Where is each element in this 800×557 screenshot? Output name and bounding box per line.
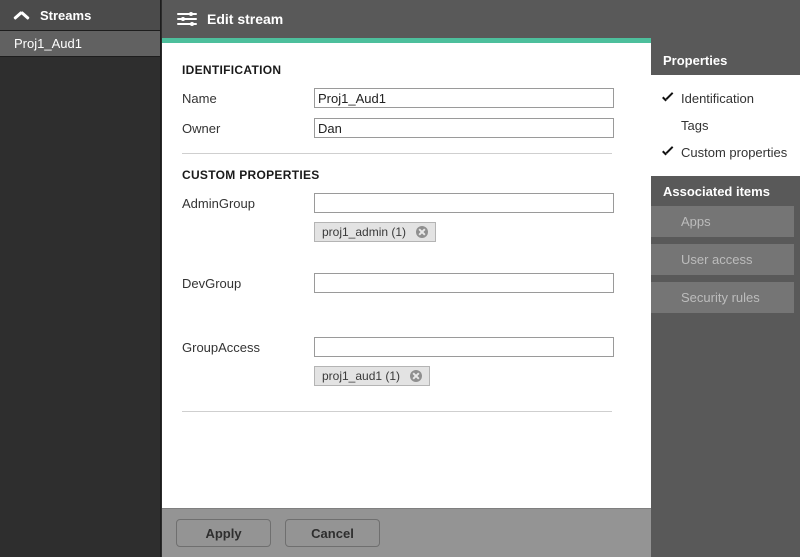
properties-sidebar: Properties Identification Tags Custom pr… [651,0,800,557]
field-row-admingroup: AdminGroup [182,192,651,214]
streams-sidebar-header[interactable]: Streams [0,0,160,31]
properties-list: Identification Tags Custom properties [651,75,800,176]
name-label: Name [182,91,314,106]
check-icon-empty [661,119,675,133]
chip-proj1-aud1[interactable]: proj1_aud1 (1) [314,366,430,386]
streams-sidebar: Streams Proj1_Aud1 [0,0,161,557]
owner-input[interactable] [314,118,614,138]
page-title: Edit stream [207,11,283,27]
property-item-identification[interactable]: Identification [651,85,800,112]
field-row-name: Name [182,87,651,109]
chip-label: proj1_admin (1) [322,225,406,239]
stream-icon [177,11,197,27]
qmc-stream-editor: Streams Proj1_Aud1 Edit stream IDENTIFIC… [0,0,800,557]
remove-circle-icon[interactable] [410,370,422,382]
form-footer: Apply Cancel [162,508,651,557]
associated-item-user-access[interactable]: User access [651,244,794,275]
devgroup-label: DevGroup [182,276,314,291]
groupaccess-label: GroupAccess [182,340,314,355]
field-row-owner: Owner [182,117,651,139]
name-input[interactable] [314,88,614,108]
property-item-label: Tags [681,118,708,133]
chip-proj1-admin[interactable]: proj1_admin (1) [314,222,436,242]
associated-item-label: User access [681,252,753,267]
associated-items-list: Apps User access Security rules [651,206,800,313]
edit-stream-panel: Edit stream IDENTIFICATION Name Owner CU… [162,0,651,557]
check-icon [661,146,675,160]
section-title-custom-properties: CUSTOM PROPERTIES [182,168,651,182]
property-item-tags[interactable]: Tags [651,112,800,139]
chip-label: proj1_aud1 (1) [322,369,400,383]
edit-stream-header: Edit stream [162,0,651,38]
cancel-button[interactable]: Cancel [285,519,380,547]
chevron-up-icon [14,9,30,21]
owner-label: Owner [182,121,314,136]
properties-panel-title: Properties [651,45,800,75]
admingroup-chip-list: proj1_admin (1) [314,222,651,242]
associated-item-label: Apps [681,214,711,229]
edit-stream-form: IDENTIFICATION Name Owner CUSTOM PROPERT… [162,43,651,513]
associated-item-security-rules[interactable]: Security rules [651,282,794,313]
field-row-devgroup: DevGroup [182,272,651,294]
sidebar-item-proj1-aud1[interactable]: Proj1_Aud1 [0,31,160,57]
field-row-groupaccess: GroupAccess [182,336,651,358]
associated-item-label: Security rules [681,290,760,305]
admingroup-input[interactable] [314,193,614,213]
admingroup-label: AdminGroup [182,196,314,211]
property-item-label: Custom properties [681,145,787,160]
property-item-label: Identification [681,91,754,106]
groupaccess-chip-list: proj1_aud1 (1) [314,366,651,386]
associated-item-apps[interactable]: Apps [651,206,794,237]
divider-custom-properties [182,411,612,412]
property-item-custom-properties[interactable]: Custom properties [651,139,800,166]
streams-sidebar-title: Streams [40,8,91,23]
devgroup-input[interactable] [314,273,614,293]
apply-button[interactable]: Apply [176,519,271,547]
associated-items-panel-title: Associated items [651,176,800,206]
check-icon [661,92,675,106]
section-title-identification: IDENTIFICATION [182,63,651,77]
divider-identification [182,153,612,154]
sidebar-item-label: Proj1_Aud1 [14,36,82,51]
remove-circle-icon[interactable] [416,226,428,238]
groupaccess-input[interactable] [314,337,614,357]
